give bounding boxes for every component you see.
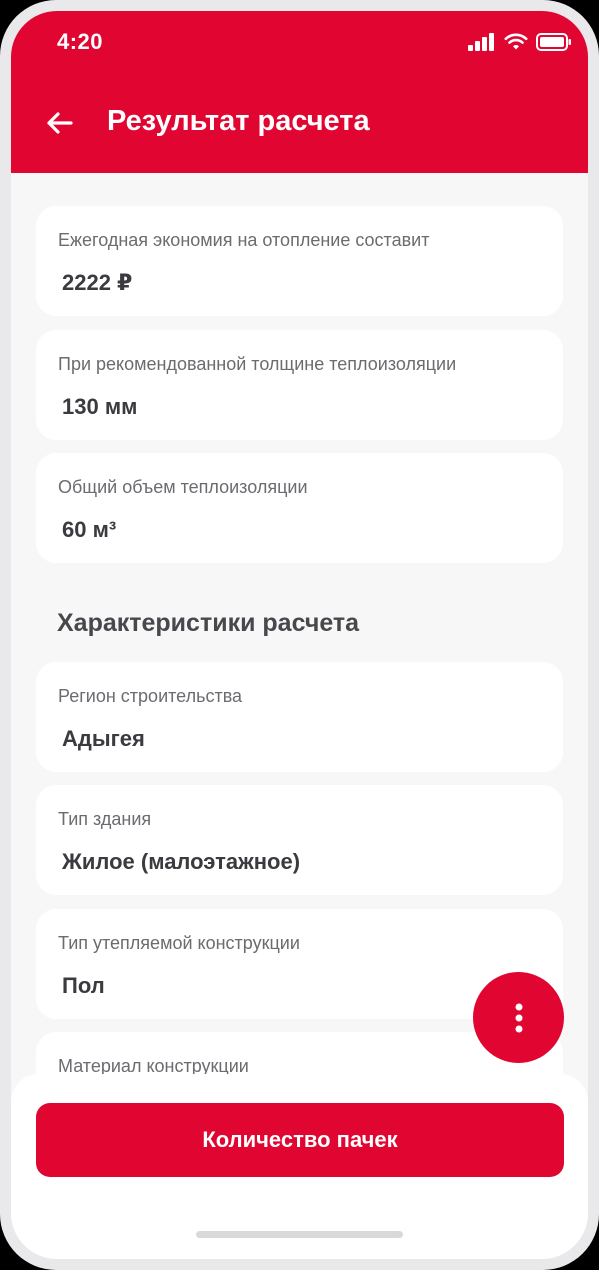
result-label: Ежегодная экономия на отопление составит bbox=[58, 230, 430, 250]
wifi-icon bbox=[504, 33, 528, 50]
result-value: 2222 ₽ bbox=[62, 270, 133, 295]
result-label: Общий объем теплоизоляции bbox=[58, 477, 308, 497]
package-count-button[interactable]: Количество пачек bbox=[36, 1103, 564, 1177]
characteristics-title: Характеристики расчета bbox=[57, 609, 360, 637]
characteristic-value: Пол bbox=[62, 973, 105, 998]
characteristic-value: Жилое (малоэтажное) bbox=[62, 849, 301, 874]
result-value: 60 м³ bbox=[62, 517, 117, 542]
app-header: 4:20 Результат расчета bbox=[11, 11, 588, 173]
characteristic-value: Адыгея bbox=[62, 726, 145, 751]
result-card-thickness: При рекомендованной толщине теплоизоляци… bbox=[36, 330, 563, 440]
battery-icon bbox=[536, 33, 571, 51]
arrow-left-icon bbox=[47, 112, 73, 134]
characteristic-card-region: Регион строительства Адыгея bbox=[36, 662, 563, 772]
characteristic-label: Регион строительства bbox=[58, 686, 243, 706]
status-icons bbox=[468, 33, 572, 51]
more-options-button[interactable] bbox=[473, 972, 564, 1063]
phone-frame: 4:20 Результат расчета Ежегодная экономи… bbox=[0, 0, 599, 1270]
status-time: 4:20 bbox=[57, 29, 104, 54]
characteristic-card-building-type: Тип здания Жилое (малоэтажное) bbox=[36, 785, 563, 895]
characteristic-label: Тип утепляемой конструкции bbox=[58, 933, 300, 953]
result-card-savings: Ежегодная экономия на отопление составит… bbox=[36, 206, 563, 316]
more-vertical-icon bbox=[515, 1003, 522, 1032]
home-indicator[interactable] bbox=[196, 1231, 403, 1238]
cellular-signal-icon bbox=[468, 33, 494, 51]
result-label: При рекомендованной толщине теплоизоляци… bbox=[58, 354, 457, 374]
result-value: 130 мм bbox=[62, 394, 138, 419]
page-title: Результат расчета bbox=[107, 105, 370, 137]
result-card-volume: Общий объем теплоизоляции 60 м³ bbox=[36, 453, 563, 563]
characteristic-label: Тип здания bbox=[58, 809, 152, 829]
back-button[interactable] bbox=[41, 105, 77, 141]
screen: 4:20 Результат расчета Ежегодная экономи… bbox=[11, 11, 588, 1259]
